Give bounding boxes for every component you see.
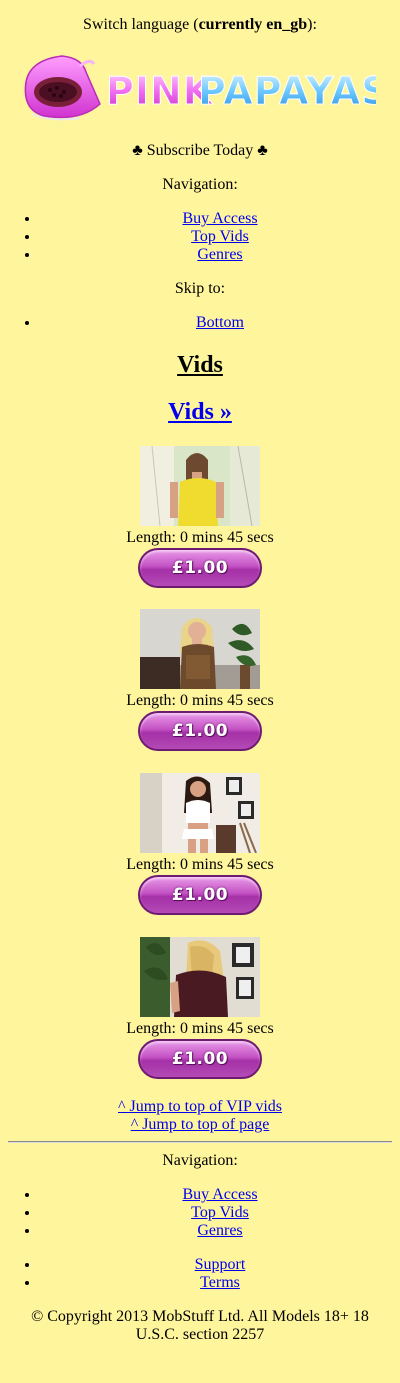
- price-label: £1.00: [171, 558, 229, 578]
- bottom-navigation: Buy Access Top Vids Genres: [0, 1186, 400, 1240]
- language-switcher: Switch language (currently en_gb):: [0, 16, 400, 34]
- papaya-icon: [24, 55, 101, 121]
- nav-item: Genres: [40, 1222, 400, 1240]
- price-label: £1.00: [171, 721, 229, 741]
- nav-label: Navigation:: [162, 176, 238, 193]
- nav-label: Navigation:: [162, 1152, 238, 1169]
- nav-item: Support: [40, 1256, 400, 1274]
- copyright-text: © Copyright 2013 MobStuff Ltd. All Model…: [31, 1308, 369, 1343]
- buy-access-link[interactable]: Buy Access: [182, 210, 257, 227]
- buy-video-button[interactable]: £1.00: [138, 1039, 262, 1079]
- nav-item: Top Vids: [40, 228, 400, 246]
- nav-item: Genres: [40, 246, 400, 264]
- price-label: £1.00: [171, 885, 229, 905]
- buy-video-button[interactable]: £1.00: [138, 548, 262, 588]
- site-logo[interactable]: PINK PAPAYAS: [20, 52, 376, 124]
- skip-item: Bottom: [40, 314, 400, 332]
- skip-label: Skip to:: [174, 280, 226, 297]
- support-link[interactable]: Support: [195, 1256, 246, 1273]
- divider: [8, 1141, 392, 1143]
- jump-page-row: ^ Jump to top of page: [0, 1116, 400, 1134]
- jump-vip-row: ^ Jump to top of VIP vids: [0, 1098, 400, 1116]
- video-item: Length: 0 mins 45 secs £1.00: [0, 446, 400, 588]
- skip-bottom-link[interactable]: Bottom: [196, 314, 244, 331]
- video-item: Length: 0 mins 45 secs £1.00: [0, 937, 400, 1079]
- video-item: Length: 0 mins 45 secs £1.00: [0, 773, 400, 915]
- buy-access-link[interactable]: Buy Access: [182, 1186, 257, 1203]
- vids-section-link: Vids »: [0, 398, 400, 426]
- video-thumbnail[interactable]: [140, 609, 260, 689]
- genres-link[interactable]: Genres: [197, 1222, 242, 1239]
- top-vids-link[interactable]: Top Vids: [191, 1204, 249, 1221]
- nav-item: Buy Access: [40, 210, 400, 228]
- subscribe-link[interactable]: ♣ Subscribe Today ♣: [0, 142, 400, 160]
- nav-item: Terms: [40, 1274, 400, 1292]
- top-navigation: Buy Access Top Vids Genres: [0, 210, 400, 264]
- top-vids-link[interactable]: Top Vids: [191, 228, 249, 245]
- video-length: Length: 0 mins 45 secs: [126, 1020, 274, 1037]
- logo-text-blue: PAPAYAS: [198, 69, 376, 113]
- video-thumbnail[interactable]: [140, 446, 260, 526]
- current-language[interactable]: currently en_gb: [199, 16, 308, 33]
- language-prefix: Switch language (: [83, 16, 199, 33]
- buy-video-button[interactable]: £1.00: [138, 875, 262, 915]
- video-thumbnail[interactable]: [140, 937, 260, 1017]
- genres-link[interactable]: Genres: [197, 246, 242, 263]
- buy-video-button[interactable]: £1.00: [138, 711, 262, 751]
- nav-item: Buy Access: [40, 1186, 400, 1204]
- nav-item: Top Vids: [40, 1204, 400, 1222]
- video-item: Length: 0 mins 45 secs £1.00: [0, 609, 400, 751]
- jump-top-vip-link[interactable]: ^ Jump to top of VIP vids: [118, 1098, 282, 1115]
- video-length: Length: 0 mins 45 secs: [126, 856, 274, 873]
- terms-link[interactable]: Terms: [200, 1274, 240, 1291]
- video-length: Length: 0 mins 45 secs: [126, 529, 274, 546]
- price-label: £1.00: [171, 1049, 229, 1069]
- vids-more-link[interactable]: Vids »: [168, 399, 232, 425]
- skip-navigation: Bottom: [0, 314, 400, 332]
- language-suffix: ):: [307, 16, 317, 33]
- jump-top-page-link[interactable]: ^ Jump to top of page: [131, 1116, 270, 1133]
- support-navigation: Support Terms: [0, 1256, 400, 1292]
- video-thumbnail[interactable]: [140, 773, 260, 853]
- video-length: Length: 0 mins 45 secs: [126, 692, 274, 709]
- section-heading: Vids: [177, 352, 223, 378]
